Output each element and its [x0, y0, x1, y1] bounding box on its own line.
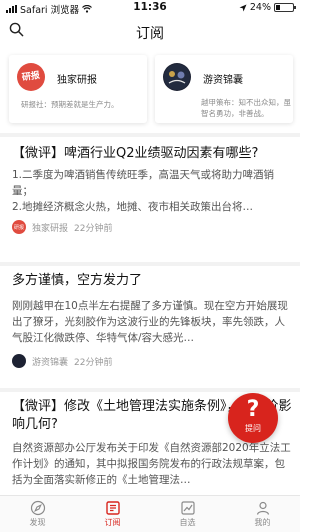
tab-profile[interactable]: 我的 — [225, 496, 300, 532]
tab-label: 自选 — [179, 518, 196, 527]
post-time: 22分钟前 — [74, 357, 113, 368]
research-logo: 研报 — [17, 63, 45, 91]
subscription-card-hotmoney[interactable]: 越甲 游资锦囊 越甲策布：知不出众知，虽智名勇功，非善战。 — [155, 55, 293, 123]
subscription-card-research[interactable]: 研报 独家研报 研报社：预期差就是生产力。 — [9, 55, 147, 123]
ask-button-label: 提问 — [245, 424, 261, 433]
section-divider — [0, 262, 300, 266]
post-source: 游资锦囊 — [32, 357, 69, 368]
tab-subscription[interactable]: 订阅 — [75, 496, 150, 532]
post-title: 多方谨慎，空方发力了 — [12, 273, 143, 288]
subscription-name: 独家研报 — [57, 75, 97, 86]
ask-question-button[interactable]: ? 提问 — [228, 393, 278, 443]
page-title: 订阅 — [136, 26, 164, 42]
feed-post[interactable]: 【微评】啤酒行业Q2业绩驱动因素有哪些? 1.二季度为啤酒销售传统旺季，高温天气… — [12, 145, 294, 234]
user-icon — [256, 501, 269, 515]
post-meta: 研报 独家研报 22分钟前 — [12, 220, 294, 234]
post-source: 独家研报 — [32, 223, 69, 234]
hotmoney-logo-art — [164, 64, 190, 90]
tab-label: 订阅 — [104, 518, 121, 527]
post-body: 自然资源部办公厅发布关于印发《自然资源部2020年立法工作计划》的通知，其中拟报… — [12, 442, 291, 486]
question-mark-icon: ? — [246, 397, 260, 422]
post-time: 22分钟前 — [74, 223, 113, 234]
section-divider — [0, 388, 300, 392]
subscription-cards: 研报 独家研报 研报社：预期差就是生产力。 越甲 游资锦囊 越甲策布：知不出众知… — [9, 55, 294, 123]
nav-bar: 订阅 — [0, 16, 300, 46]
feed-post[interactable]: 多方谨慎，空方发力了 刚刚越甲在10点半左右提醒了多方谨慎。现在空方开始展现出了… — [12, 272, 294, 368]
subscription-icon — [105, 501, 120, 515]
tab-label: 发现 — [29, 518, 46, 527]
tab-discover[interactable]: 发现 — [0, 496, 75, 532]
tab-bar: 发现 订阅 自选 我的 — [0, 495, 300, 532]
post-title: 【微评】啤酒行业Q2业绩驱动因素有哪些? — [12, 146, 259, 161]
location-icon — [239, 4, 247, 11]
tab-watchlist[interactable]: 自选 — [150, 496, 225, 532]
post-meta: 游资锦囊 22分钟前 — [12, 354, 294, 368]
tab-label: 我的 — [254, 518, 271, 527]
post-body: 1.二季度为啤酒销售传统旺季，高温天气或将助力啤酒销量； 2.地摊经济概念火热，… — [12, 169, 275, 213]
subscription-name: 游资锦囊 — [203, 75, 243, 86]
subscription-desc: 研报社：预期差就是生产力。 — [21, 100, 119, 109]
watchlist-icon — [180, 501, 195, 515]
status-bar: Safari 浏览器 11:36 24% — [0, 0, 300, 16]
battery-icon — [274, 3, 296, 12]
compass-icon — [30, 500, 45, 516]
battery-percent: 24% — [249, 2, 271, 13]
source-logo: 研报 — [12, 220, 26, 234]
subscription-desc: 越甲策布：知不出众知，虽智名勇功，非善战。 — [201, 98, 291, 118]
post-body: 刚刚越甲在10点半左右提醒了多方谨慎。现在空方开始展现出了獠牙，光刻胶作为这波行… — [12, 300, 288, 344]
source-logo — [12, 354, 26, 368]
section-divider — [0, 133, 300, 137]
hotmoney-logo: 越甲 — [163, 63, 191, 91]
